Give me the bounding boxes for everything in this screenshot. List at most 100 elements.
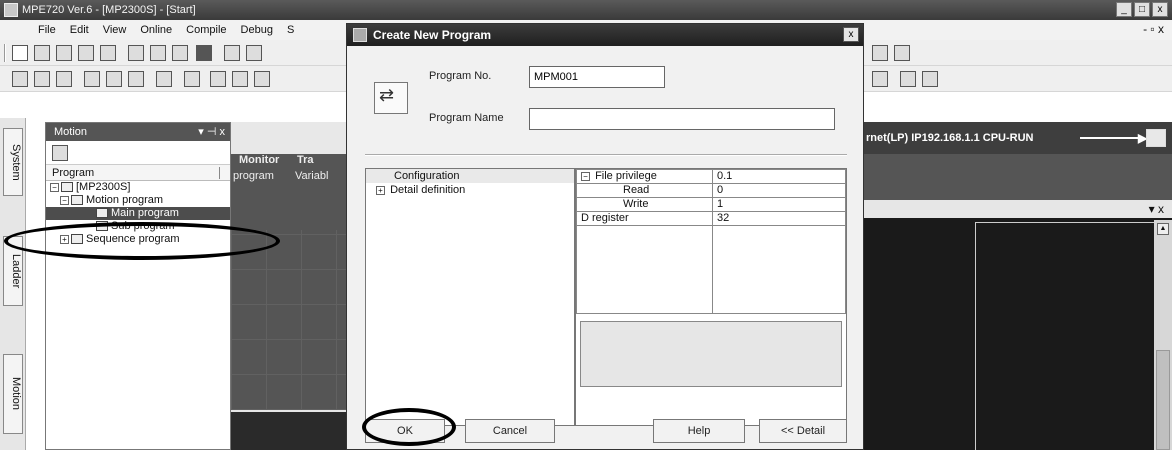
help-button[interactable]: Help — [653, 419, 745, 443]
open-icon[interactable] — [34, 45, 50, 61]
redo-icon[interactable] — [246, 45, 262, 61]
property-row-d-register[interactable]: D register 32 — [576, 211, 846, 226]
tool-icon[interactable] — [872, 71, 888, 87]
branch-icon[interactable] — [84, 71, 100, 87]
mdi-controls[interactable]: - ▫ x — [1143, 22, 1164, 36]
device-icon[interactable] — [894, 45, 910, 61]
horizontal-line-icon[interactable] — [184, 71, 200, 87]
coil-set-icon[interactable] — [232, 71, 248, 87]
tree-item-label: [MP2300S] — [76, 181, 131, 193]
connection-status-text: rnet(LP) IP192.168.1.1 CPU-RUN — [866, 132, 1034, 144]
menu-more[interactable]: S — [287, 24, 294, 36]
cut-icon[interactable] — [128, 45, 144, 61]
editor-frame — [975, 222, 1155, 450]
program-no-input[interactable] — [529, 66, 665, 88]
panel-pin-close-icon[interactable]: ▾ ⊣ x — [198, 123, 225, 141]
settings-category-list: Configuration + Detail definition — [365, 168, 575, 426]
toolbar-grip[interactable] — [4, 44, 6, 62]
property-key — [576, 225, 713, 314]
link-icon[interactable] — [922, 71, 938, 87]
program-name-input[interactable] — [529, 108, 835, 130]
property-row-write[interactable]: Write 1 — [576, 197, 846, 212]
property-grid: − File privilege 0.1 Read 0 Write 1 D re… — [575, 168, 847, 426]
contact-no-icon[interactable] — [34, 71, 50, 87]
detail-button[interactable]: << Detail — [759, 419, 847, 443]
branch-up-icon[interactable] — [128, 71, 144, 87]
property-row-file-privilege[interactable]: − File privilege 0.1 — [576, 169, 846, 184]
print-icon[interactable] — [100, 45, 116, 61]
tree-item-sub-program[interactable]: Sub program — [46, 220, 230, 233]
expand-icon[interactable]: + — [60, 234, 69, 244]
minimize-button[interactable]: _ — [1116, 2, 1132, 17]
transfer-icon[interactable] — [872, 45, 888, 61]
coil-reset-icon[interactable] — [254, 71, 270, 87]
dialog-close-button[interactable]: x — [843, 27, 859, 42]
tree-item-mp2300s[interactable]: − [MP2300S] — [46, 181, 230, 194]
undo-icon[interactable] — [224, 45, 240, 61]
tab-system[interactable]: System — [3, 128, 23, 196]
scroll-thumb[interactable] — [1156, 350, 1170, 450]
category-configuration-label: Configuration — [394, 170, 460, 182]
close-window-button[interactable]: x — [1152, 2, 1168, 17]
property-value[interactable]: 32 — [712, 211, 846, 226]
dialog-icon — [353, 28, 367, 42]
save-icon[interactable] — [78, 45, 94, 61]
tab-monitor[interactable]: Monitor — [239, 154, 279, 166]
branch-down-icon[interactable] — [106, 71, 122, 87]
menu-edit[interactable]: Edit — [70, 24, 89, 36]
dialog-title: Create New Program — [373, 28, 492, 42]
tree-item-motion-program[interactable]: − Motion program — [46, 194, 230, 207]
maximize-button[interactable]: □ — [1134, 2, 1150, 17]
subtab-variable[interactable]: Variabl — [295, 170, 328, 182]
property-value[interactable]: 0.1 — [712, 169, 846, 184]
open-project-icon[interactable] — [56, 45, 72, 61]
property-value[interactable]: 0 — [712, 183, 846, 198]
collapse-icon[interactable]: − — [60, 195, 69, 205]
motion-panel-title: Motion — [54, 126, 88, 138]
ok-button[interactable]: OK — [365, 419, 445, 443]
property-row-read[interactable]: Read 0 — [576, 183, 846, 198]
menu-file[interactable]: File — [38, 24, 56, 36]
tab-ladder[interactable]: Ladder — [3, 236, 23, 306]
property-value[interactable]: 1 — [712, 197, 846, 212]
motion-panel-header: Motion ▾ ⊣ x — [46, 123, 230, 141]
vertical-line-icon[interactable] — [156, 71, 172, 87]
editor-close-button[interactable]: ▾ x — [1149, 202, 1164, 216]
subtab-program[interactable]: program — [233, 170, 274, 182]
tab-motion[interactable]: Motion — [3, 354, 23, 434]
collapse-icon[interactable]: − — [581, 171, 590, 181]
edit-tool-icon[interactable] — [196, 45, 212, 61]
paste-icon[interactable] — [172, 45, 188, 61]
menu-view[interactable]: View — [103, 24, 127, 36]
category-detail-definition[interactable]: + Detail definition — [366, 183, 574, 197]
tab-tra[interactable]: Tra — [297, 154, 314, 166]
new-file-icon[interactable] — [12, 45, 28, 61]
select-icon[interactable] — [12, 71, 28, 87]
ladder-grid — [231, 230, 359, 410]
category-configuration[interactable]: Configuration — [366, 169, 574, 183]
copy-icon[interactable] — [150, 45, 166, 61]
coil-icon[interactable] — [210, 71, 226, 87]
dialog-title-bar: Create New Program x — [347, 24, 863, 46]
menu-compile[interactable]: Compile — [186, 24, 226, 36]
expand-icon[interactable]: + — [376, 185, 385, 195]
contact-nc-icon[interactable] — [56, 71, 72, 87]
tree-item-label: Motion program — [86, 194, 164, 206]
collapse-icon[interactable]: − — [50, 182, 59, 192]
column-divider[interactable] — [219, 167, 220, 179]
program-icon — [96, 208, 108, 219]
cut-line-icon[interactable] — [900, 71, 916, 87]
tree-item-main-program[interactable]: Main program — [46, 207, 230, 220]
scroll-up-icon[interactable]: ▲ — [1157, 223, 1169, 235]
property-key: D register — [576, 211, 713, 226]
menu-debug[interactable]: Debug — [241, 24, 273, 36]
new-program-icon[interactable] — [52, 145, 68, 161]
online-status-icon[interactable] — [1146, 129, 1166, 147]
property-description-box — [580, 321, 842, 387]
tree-item-label: Sub program — [111, 220, 175, 232]
tree-item-sequence-program[interactable]: + Sequence program — [46, 233, 230, 246]
cancel-button[interactable]: Cancel — [465, 419, 555, 443]
side-tab-strip: System Ladder Motion — [0, 118, 26, 450]
menu-online[interactable]: Online — [140, 24, 172, 36]
editor-scrollbar[interactable]: ▲ — [1154, 220, 1172, 450]
